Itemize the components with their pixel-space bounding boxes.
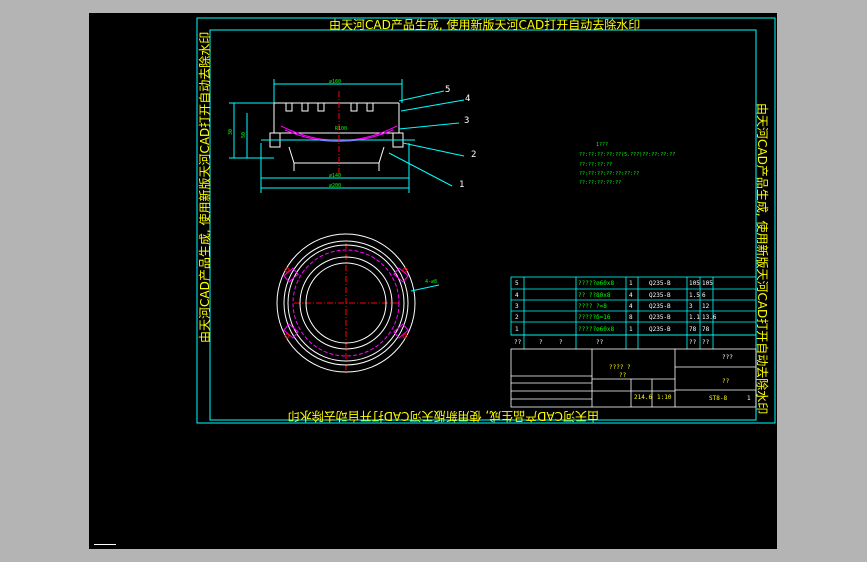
cad-viewport[interactable]: 由天河CAD产品生成, 使用新版天河CAD打开自动去除水印 由天河CAD产品生成… <box>89 13 777 549</box>
part-w2: 105 <box>702 280 713 287</box>
dim-left: 50 <box>241 132 247 138</box>
part-material: Q235-B <box>649 280 671 287</box>
dim-bottom: ∅200 <box>329 183 341 189</box>
title-company: ??? <box>722 354 733 361</box>
title-subname: ?? <box>619 372 627 379</box>
part-name: ???? ?=8 <box>578 303 607 310</box>
tech-note-3: ??:??:??:?? <box>579 162 612 168</box>
part-no: 4 <box>515 292 519 299</box>
title-name: ???? ? <box>609 364 631 371</box>
part-w2: 13.6 <box>702 314 717 321</box>
header-cell: ?? <box>596 339 604 346</box>
part-w1: 105 <box>689 280 700 287</box>
part-no: 5 <box>515 280 519 287</box>
header-cell: ? <box>559 339 563 346</box>
tech-note-4: ??:??:??:??:??:??:?? <box>579 171 639 177</box>
outer-frame <box>196 17 776 424</box>
balloon-1: 1 <box>459 180 464 190</box>
tech-note-2: ??:??:??:??:??(5.???)??:??:??:?? <box>579 152 675 158</box>
part-w1: 3 <box>689 303 693 310</box>
tech-note-1: 1??? <box>596 142 608 148</box>
title-code: ST8-8 <box>709 395 727 402</box>
part-name: ?????∅60x8 <box>578 326 615 333</box>
cad-drawing: 由天河CAD产品生成, 使用新版天河CAD打开自动去除水印 由天河CAD产品生成… <box>196 17 776 424</box>
part-qty: 4 <box>629 292 633 299</box>
title-scale: 214.6 <box>634 394 652 401</box>
balloon-2: 2 <box>471 150 476 160</box>
watermark-top: 由天河CAD产品生成, 使用新版天河CAD打开自动去除水印 <box>329 17 640 32</box>
part-material: Q235-B <box>649 326 671 333</box>
part-no: 2 <box>515 314 519 321</box>
inner-frame <box>209 29 757 421</box>
balloon-3: 3 <box>464 116 469 126</box>
part-qty: 8 <box>629 314 633 321</box>
part-w2: 78 <box>702 326 710 333</box>
hole-note: 4-∅8 <box>425 279 437 285</box>
title-sheet: 1:10 <box>657 394 672 401</box>
part-name: ?????δ=16 <box>578 314 611 321</box>
part-w1: 1.1 <box>689 314 700 321</box>
section-view <box>229 79 465 193</box>
plan-view <box>276 233 440 373</box>
tech-note-5: ??:??:??:??:?? <box>579 180 621 186</box>
part-name: ?????∅60x8 <box>578 280 615 287</box>
part-material: Q235-B <box>649 303 671 310</box>
part-no: 1 <box>515 326 519 333</box>
dim-top: ∅160 <box>329 79 341 85</box>
part-name: ?? ??80x8 <box>578 292 611 299</box>
tech-notes: 1??? ??:??:??:??:??(5.???)??:??:??:?? ??… <box>579 142 675 186</box>
header-cell: ?? <box>702 339 710 346</box>
watermark-right: 由天河CAD产品生成, 使用新版天河CAD打开自动去除水印 <box>755 103 770 414</box>
dim-height: 30 <box>228 129 234 135</box>
parts-list <box>510 276 757 349</box>
watermark-left: 由天河CAD产品生成, 使用新版天河CAD打开自动去除水印 <box>197 32 212 343</box>
parts-header: ?? ? ? ?? ?? ?? <box>514 339 710 346</box>
header-cell: ?? <box>514 339 522 346</box>
header-cell: ?? <box>689 339 697 346</box>
part-w1: 78 <box>689 326 697 333</box>
part-qty: 1 <box>629 280 633 287</box>
parts-rows: 5 ?????∅60x8 1 Q235-B 105 105 4 ?? ??80x… <box>515 280 717 333</box>
part-material: Q235-B <box>649 314 671 321</box>
balloon-4: 4 <box>465 94 470 104</box>
part-qty: 1 <box>629 326 633 333</box>
part-w2: 12 <box>702 303 710 310</box>
part-material: Q235-B <box>649 292 671 299</box>
part-qty: 4 <box>629 303 633 310</box>
dim-inner-label: R100 <box>335 126 347 132</box>
title-page: 1 <box>747 395 751 402</box>
watermark-bottom: 由天河CAD产品生成, 使用新版天河CAD打开自动去除水印 <box>288 409 599 424</box>
dim-inner: ∅140 <box>329 173 341 179</box>
part-w2: 6 <box>702 292 706 299</box>
part-no: 3 <box>515 303 519 310</box>
title-drawing-no: ?? <box>722 378 730 385</box>
balloon-5: 5 <box>445 85 450 95</box>
header-cell: ? <box>539 339 543 346</box>
part-w1: 1.5 <box>689 292 700 299</box>
cursor-line <box>94 544 116 545</box>
